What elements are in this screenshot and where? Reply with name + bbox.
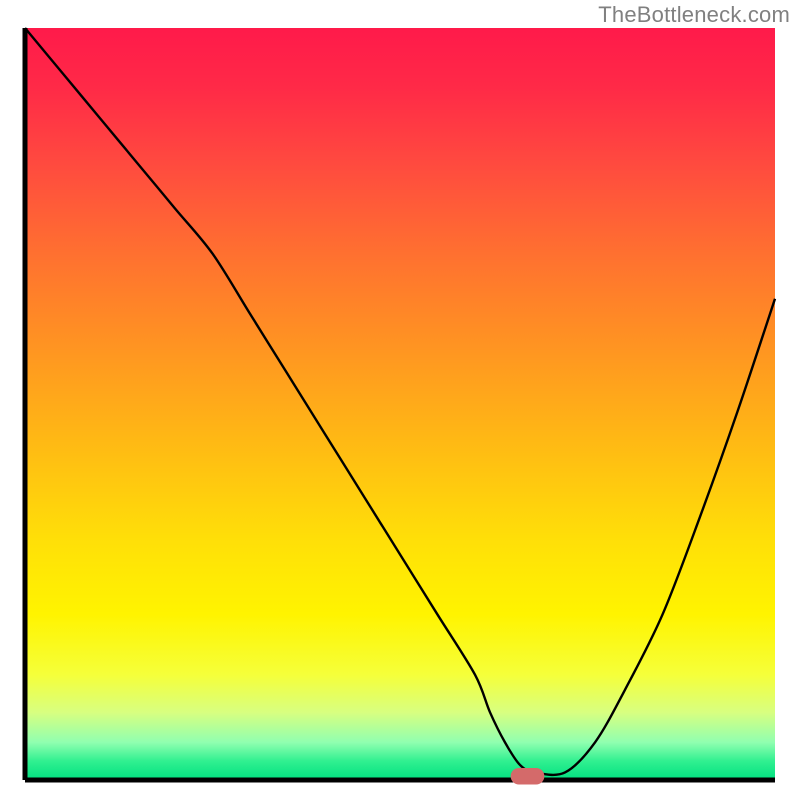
- optimal-marker: [511, 768, 545, 785]
- bottleneck-chart: [0, 0, 800, 800]
- watermark-text: TheBottleneck.com: [598, 2, 790, 28]
- plot-background: [25, 28, 775, 780]
- chart-container: { "watermark": "TheBottleneck.com", "cha…: [0, 0, 800, 800]
